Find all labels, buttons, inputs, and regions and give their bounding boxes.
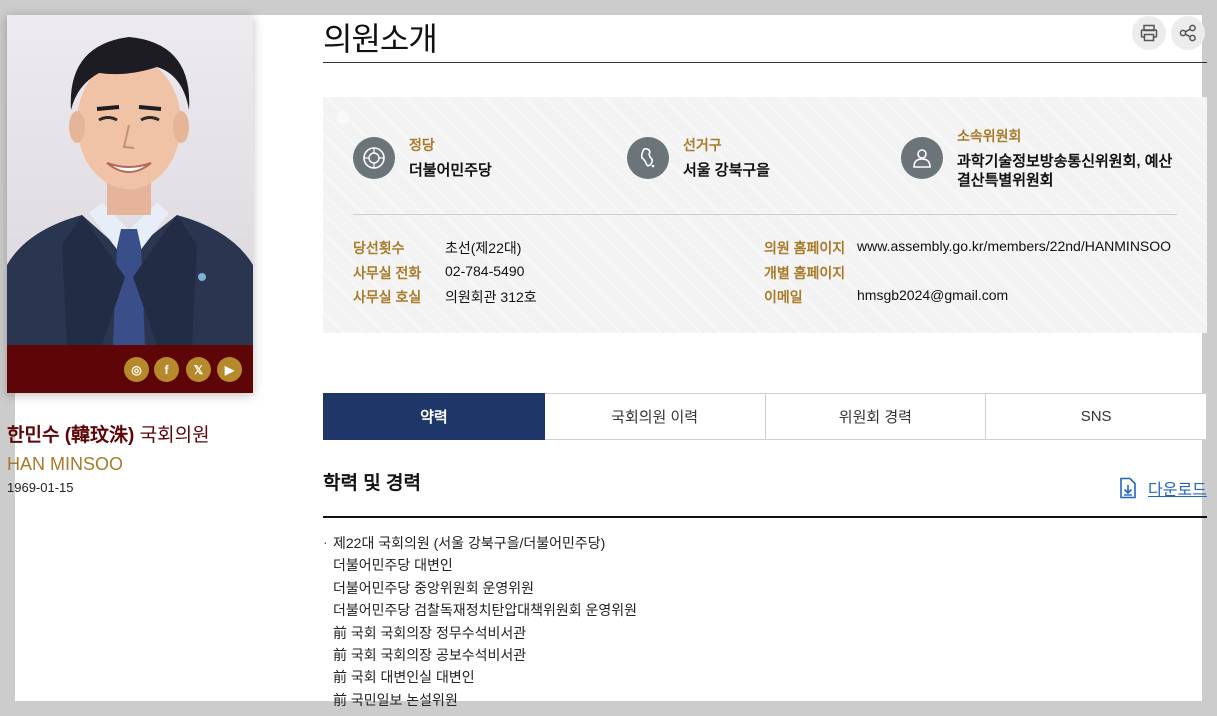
party-icon bbox=[353, 137, 395, 179]
tab-sns[interactable]: SNS bbox=[986, 393, 1207, 440]
sns-bar: ◎ f 𝕏 ▶ bbox=[7, 345, 253, 393]
homepage-link[interactable]: www.assembly.go.kr/members/22nd/HANMINSO… bbox=[857, 238, 1171, 254]
member-title: 국회의원 bbox=[139, 425, 210, 446]
career-list: 제22대 국회의원 (서울 강북구을/더불어민주당) 더불어민주당 대변인 더불… bbox=[323, 531, 638, 711]
info-divider bbox=[353, 214, 1177, 215]
committee-value: 과학기술정보방송통신위원회, 예산결산특별위원회 bbox=[957, 153, 1173, 189]
list-item: 더불어민주당 검찰독재정치탄압대책위원회 운영위원 bbox=[333, 602, 638, 619]
person-icon bbox=[901, 137, 943, 179]
committee-label: 소속위원회 bbox=[957, 128, 1022, 144]
personal-homepage-label: 개별 홈페이지 bbox=[764, 265, 846, 281]
office-room-label: 사무실 호실 bbox=[353, 289, 422, 305]
tab-assembly-history[interactable]: 국회의원 이력 bbox=[544, 393, 766, 440]
member-info-box: 정당 더불어민주당 선거구 서울 강북구을 소속위원회 과학기술정보방송통신위원… bbox=[323, 97, 1207, 333]
section-divider bbox=[323, 516, 1207, 518]
list-item: 前 국민일보 논설위원 bbox=[333, 691, 458, 708]
portrait-illustration bbox=[7, 15, 253, 345]
member-name: 한민수 (韓玟洙) 국회의원 bbox=[7, 420, 210, 447]
download-icon bbox=[1120, 477, 1136, 499]
party-value: 더불어민주당 bbox=[409, 162, 492, 179]
profile-photo bbox=[7, 15, 253, 345]
facebook-icon[interactable]: f bbox=[154, 357, 179, 382]
terms-label: 당선횟수 bbox=[353, 240, 405, 256]
member-name-english: HAN MINSOO bbox=[7, 454, 124, 474]
office-phone-value: 02-784-5490 bbox=[445, 263, 525, 279]
member-name-korean: 한민수 (韓玟洙) bbox=[7, 425, 135, 446]
list-item: 前 국회 대변인실 대변인 bbox=[333, 669, 475, 686]
email-value[interactable]: hmsgb2024@gmail.com bbox=[857, 287, 1008, 303]
office-phone-label: 사무실 전화 bbox=[353, 265, 422, 281]
section-title: 학력 및 경력 bbox=[323, 473, 421, 494]
profile-card: ◎ f 𝕏 ▶ bbox=[7, 15, 253, 393]
list-item: 더불어민주당 중앙위원회 운영위원 bbox=[333, 579, 534, 596]
map-icon bbox=[627, 137, 669, 179]
download-button[interactable]: 다운로드 bbox=[1118, 476, 1207, 500]
instagram-icon[interactable]: ◎ bbox=[124, 357, 149, 382]
party-label: 정당 bbox=[409, 137, 435, 153]
district-value: 서울 강북구을 bbox=[683, 162, 770, 179]
tab-committee-history[interactable]: 위원회 경력 bbox=[765, 393, 987, 440]
profile-tabs: 약력 국회의원 이력 위원회 경력 SNS bbox=[323, 393, 1207, 440]
x-icon[interactable]: 𝕏 bbox=[186, 357, 211, 382]
homepage-label: 의원 홈페이지 bbox=[764, 240, 846, 256]
youtube-icon[interactable]: ▶ bbox=[217, 357, 242, 382]
district-label: 선거구 bbox=[683, 137, 722, 153]
page-title: 의원소개 bbox=[323, 21, 438, 57]
office-room-value: 의원회관 312호 bbox=[445, 289, 537, 305]
tab-biography[interactable]: 약력 bbox=[323, 393, 545, 440]
list-item: 前 국회 국회의장 공보수석비서관 bbox=[333, 646, 527, 663]
print-button[interactable] bbox=[1132, 16, 1166, 50]
list-item: 제22대 국회의원 (서울 강북구을/더불어민주당) bbox=[323, 531, 637, 554]
print-icon bbox=[1140, 24, 1158, 42]
share-button[interactable] bbox=[1171, 16, 1205, 50]
title-divider bbox=[323, 62, 1207, 63]
share-icon bbox=[1179, 24, 1196, 42]
email-label: 이메일 bbox=[764, 289, 803, 305]
terms-value: 초선(제22대) bbox=[445, 240, 522, 256]
page: ◎ f 𝕏 ▶ 한민수 (韓玟洙) 국회의원 HAN MINSOO 1969-0… bbox=[0, 0, 1217, 716]
list-item: 前 국회 국회의장 정무수석비서관 bbox=[333, 624, 527, 641]
member-birthdate: 1969-01-15 bbox=[7, 480, 74, 495]
download-label: 다운로드 bbox=[1148, 482, 1207, 499]
list-item: 더불어민주당 대변인 bbox=[333, 557, 453, 574]
